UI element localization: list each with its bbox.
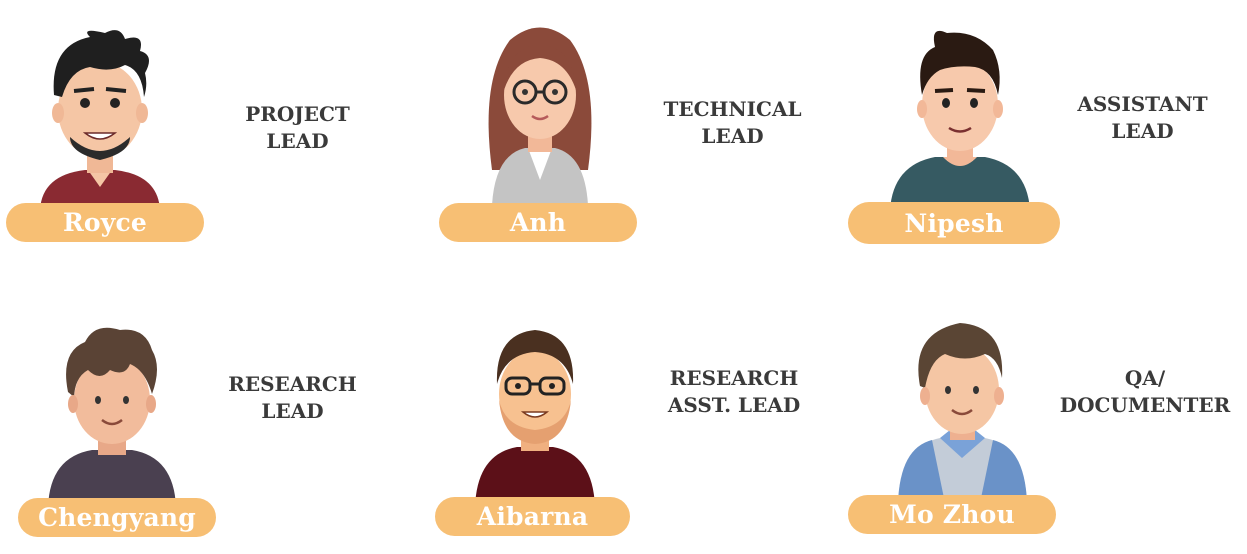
- name-tag: Nipesh: [848, 202, 1060, 244]
- name-tag: Anh: [439, 203, 637, 242]
- woman-glasses-long-brown-hair-icon: [488, 27, 592, 205]
- name-tag: Aibarna: [435, 497, 630, 536]
- role-label: RESEARCH ASST. LEAD: [667, 366, 801, 417]
- name-tag: Mo Zhou: [848, 495, 1056, 534]
- man-glasses-beard-maroon-shirt-icon: [475, 330, 595, 507]
- role-label: PROJECT LEAD: [245, 102, 350, 153]
- man-curly-brown-hair-icon: [48, 327, 176, 507]
- man-spiky-black-hair-red-shirt-icon: [40, 30, 160, 210]
- name-tag: Royce: [6, 203, 204, 242]
- role-label: RESEARCH LEAD: [228, 372, 357, 423]
- name-tag: Chengyang: [18, 498, 216, 537]
- role-label: ASSISTANT LEAD: [1077, 92, 1208, 143]
- man-quiff-dark-hair-teal-shirt-icon: [890, 30, 1030, 210]
- role-label: TECHNICAL LEAD: [663, 97, 802, 148]
- role-label: QA/ DOCUMENTER: [1059, 366, 1231, 417]
- man-brown-hair-blue-vest-icon: [898, 323, 1027, 503]
